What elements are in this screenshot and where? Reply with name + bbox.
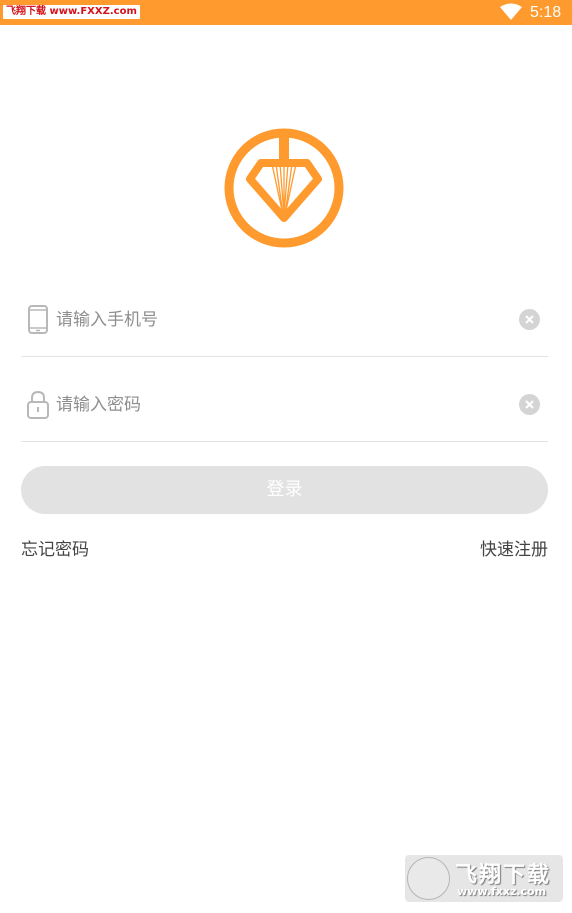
clear-icon: [525, 400, 534, 409]
login-button[interactable]: 登录: [21, 466, 548, 514]
app-logo-icon: [224, 128, 344, 248]
watermark: 飞翔下载 www.fxxz.com: [405, 855, 563, 902]
phone-icon: [28, 305, 48, 334]
watermark-logo-icon: [407, 857, 450, 900]
status-time: 5:18: [530, 4, 562, 21]
clear-icon: [525, 315, 534, 324]
phone-divider: [21, 356, 548, 357]
clear-password-button[interactable]: [519, 394, 540, 415]
forgot-password-link[interactable]: 忘记密码: [21, 538, 89, 562]
clear-phone-button[interactable]: [519, 309, 540, 330]
status-bar: 飞翔下载 www.FXXZ.com 5:18: [0, 0, 572, 25]
watermark-badge: 飞翔下载 www.FXXZ.com: [3, 5, 140, 19]
phone-input[interactable]: [56, 305, 496, 335]
watermark-url: www.fxxz.com: [457, 885, 547, 898]
password-input[interactable]: [56, 390, 496, 420]
lock-icon: [27, 390, 49, 419]
password-divider: [21, 441, 548, 442]
quick-register-link[interactable]: 快速注册: [480, 538, 548, 562]
wifi-icon: [500, 3, 522, 20]
